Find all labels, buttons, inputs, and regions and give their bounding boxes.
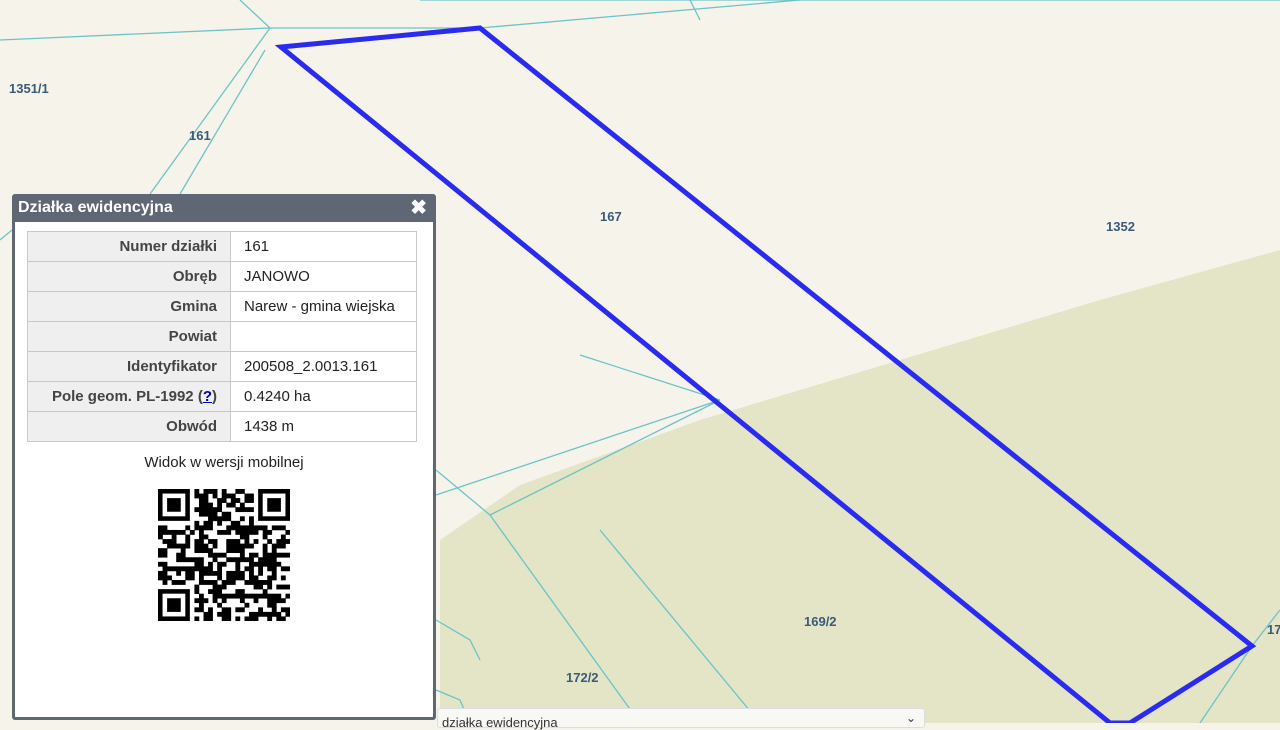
- table-row: Powiat: [27, 321, 417, 352]
- parcel-label: 167: [600, 209, 622, 224]
- popup-title: Działka ewidencyjna: [18, 199, 173, 216]
- parcel-label: 17: [1267, 622, 1280, 637]
- parcel-label: 1351/1: [9, 81, 49, 96]
- parcel-label: 1352: [1106, 219, 1135, 234]
- parcel-label: 161: [189, 128, 211, 143]
- land-area: [440, 250, 1280, 723]
- parcel-label: 169/2: [804, 614, 837, 629]
- table-row: Obręb JANOWO: [27, 261, 417, 292]
- table-row: Numer działki 161: [27, 231, 417, 262]
- row-value: 200508_2.0013.161: [230, 351, 417, 382]
- help-link[interactable]: ?: [203, 388, 212, 405]
- qr-code[interactable]: [158, 489, 290, 621]
- row-key-text: Pole geom. PL-1992 (: [51, 388, 203, 405]
- row-value: [230, 321, 417, 352]
- row-key: Gmina: [27, 291, 231, 322]
- table-row: Pole geom. PL-1992 (?) 0.4240 ha: [27, 381, 417, 412]
- parcel-info-popup: Działka ewidencyjna ✖ Numer działki 161 Ob…: [12, 194, 436, 720]
- row-value: 0.4240 ha: [230, 381, 417, 412]
- table-row: Identyfikator 200508_2.0013.161: [27, 351, 417, 382]
- mobile-view-label: Widok w wersji mobilnej: [144, 454, 304, 471]
- row-value: JANOWO: [230, 261, 417, 292]
- row-key: Pole geom. PL-1992 (?): [27, 381, 231, 412]
- table-row: Obwód 1438 m: [27, 411, 417, 442]
- row-key: Powiat: [27, 321, 231, 352]
- row-value: 1438 m: [230, 411, 417, 442]
- row-value: 161: [230, 231, 417, 262]
- popup-header: Działka ewidencyjna ✖: [15, 194, 433, 222]
- parcel-label: 172/2: [566, 670, 599, 685]
- collapsed-panel[interactable]: działka ewidencyjna ⌄: [437, 708, 925, 730]
- row-value: Narew - gmina wiejska: [230, 291, 417, 322]
- row-key: Obręb: [27, 261, 231, 292]
- parcel-attributes-table: Numer działki 161 Obręb JANOWO Gmina Narew - …: [27, 231, 417, 442]
- close-icon[interactable]: ✖: [410, 194, 427, 222]
- table-row: Gmina Narew - gmina wiejska: [27, 291, 417, 322]
- row-key: Numer działki: [27, 231, 231, 262]
- row-key-end: ): [212, 388, 217, 405]
- row-key: Obwód: [27, 411, 231, 442]
- row-key: Identyfikator: [27, 351, 231, 382]
